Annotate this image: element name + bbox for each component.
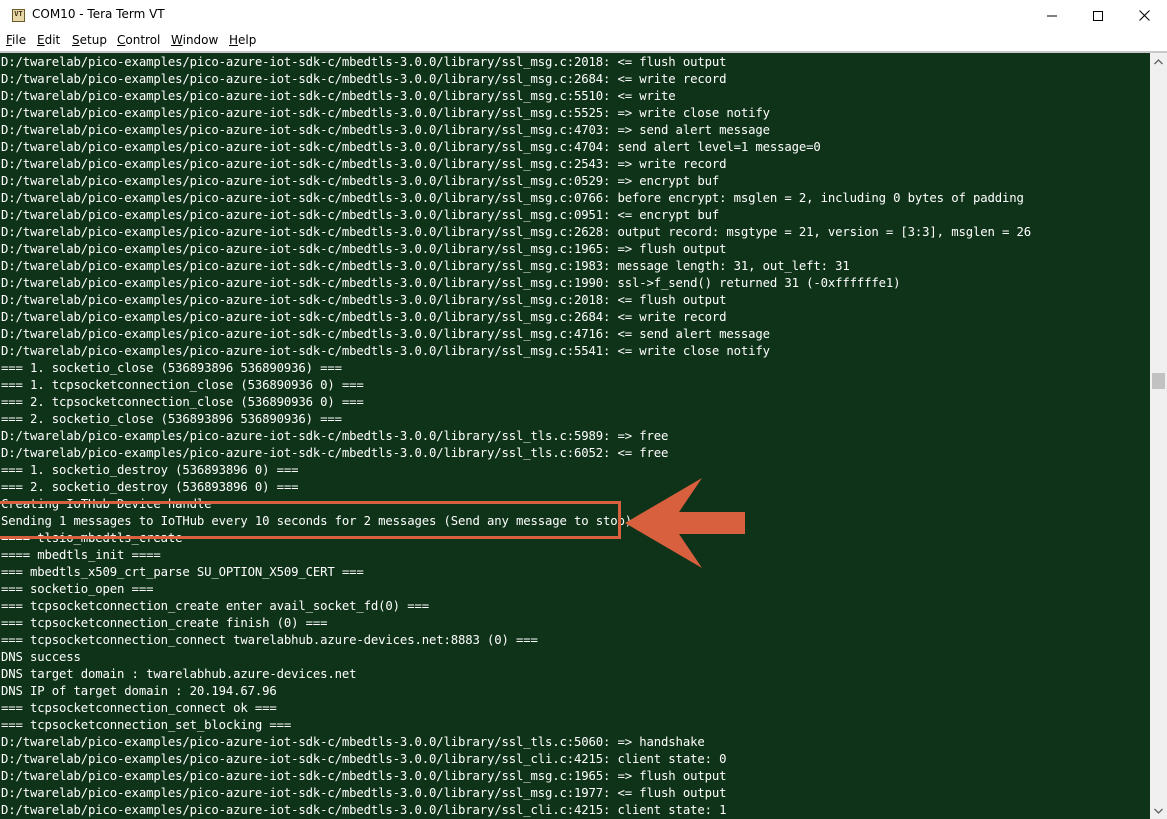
terminal-line: D:/twarelab/pico-examples/pico-azure-iot… [1,72,727,86]
terminal-line: === 2. tcpsocketconnection_close (536890… [1,395,364,409]
menu-setup[interactable]: Setup [72,33,107,47]
terminal-line: D:/twarelab/pico-examples/pico-azure-iot… [1,276,901,290]
menu-help[interactable]: Help [229,33,256,47]
minimize-button[interactable] [1029,0,1075,31]
terminal-line: D:/twarelab/pico-examples/pico-azure-iot… [1,446,669,460]
terminal-line: D:/twarelab/pico-examples/pico-azure-iot… [1,327,770,341]
menu-control-label: ontrol [125,33,161,47]
menu-control[interactable]: Control [117,33,160,47]
terminal-line: D:/twarelab/pico-examples/pico-azure-iot… [1,157,727,171]
terminal-line: === mbedtls_x509_crt_parse SU_OPTION_X50… [1,565,364,579]
terminal-line: === tcpsocketconnection_connect twarelab… [1,633,538,647]
terminal-line: === tcpsocketconnection_create enter ava… [1,599,429,613]
menu-window-accel: W [171,33,183,47]
terminal-line: === 2. socketio_close (536893896 5368909… [1,412,342,426]
terminal-line: === tcpsocketconnection_create finish (0… [1,616,328,630]
terminal-line: D:/twarelab/pico-examples/pico-azure-iot… [1,106,770,120]
terminal-line: === 1. socketio_close (536893896 5368909… [1,361,342,375]
vertical-scrollbar[interactable] [1150,53,1167,819]
scroll-up-button[interactable] [1150,53,1167,70]
terminal-line: DNS success [1,650,81,664]
terminal-line: === socketio_open === [1,582,154,596]
menu-edit[interactable]: Edit [37,33,60,47]
scrollbar-thumb[interactable] [1152,373,1165,389]
terminal-line: D:/twarelab/pico-examples/pico-azure-iot… [1,191,1024,205]
close-button[interactable] [1121,0,1167,31]
tera-term-window: VT COM10 - Tera Term VT File Edit Setup … [0,0,1167,819]
terminal-line: DNS target domain : twarelabhub.azure-de… [1,667,357,681]
terminal-line: D:/twarelab/pico-examples/pico-azure-iot… [1,208,720,222]
menu-window[interactable]: Window [171,33,218,47]
terminal-line: D:/twarelab/pico-examples/pico-azure-iot… [1,803,727,817]
menu-help-label: elp [238,33,257,47]
terminal-line: D:/twarelab/pico-examples/pico-azure-iot… [1,123,770,137]
menu-bar: File Edit Setup Control Window Help [0,31,1167,51]
terminal-output[interactable]: D:/twarelab/pico-examples/pico-azure-iot… [0,53,1150,819]
terminal-line: D:/twarelab/pico-examples/pico-azure-iot… [1,225,1031,239]
scroll-up-arrow-icon [1154,58,1163,64]
terminal-line: D:/twarelab/pico-examples/pico-azure-iot… [1,735,705,749]
menu-file-label: ile [12,33,27,47]
menu-help-accel: H [229,33,239,47]
terminal-line: D:/twarelab/pico-examples/pico-azure-iot… [1,89,676,103]
window-title: COM10 - Tera Term VT [32,7,165,21]
terminal-line: ==== mbedtls_init ==== [1,548,161,562]
terminal-line: D:/twarelab/pico-examples/pico-azure-iot… [1,344,770,358]
terminal-line: === tcpsocketconnection_connect ok === [1,701,277,715]
terminal-line: D:/twarelab/pico-examples/pico-azure-iot… [1,55,727,69]
menu-window-label: indow [182,33,219,47]
menu-edit-label: dit [44,33,61,47]
close-icon [1138,10,1150,21]
terminal-line: === tcpsocketconnection_set_blocking === [1,718,292,732]
title-bar[interactable]: VT COM10 - Tera Term VT [0,0,1167,31]
maximize-icon [1093,10,1103,21]
menu-setup-label: etup [79,33,107,47]
terminal-line: === 2. socketio_destroy (536893896 0) ==… [1,480,299,494]
terminal-line: D:/twarelab/pico-examples/pico-azure-iot… [1,174,720,188]
tera-term-app-icon[interactable]: VT [12,9,25,22]
left-arrow-icon [625,478,745,568]
terminal-line: D:/twarelab/pico-examples/pico-azure-iot… [1,786,727,800]
terminal-line: DNS IP of target domain : 20.194.67.96 [1,684,277,698]
scroll-down-button[interactable] [1150,802,1167,819]
menu-setup-accel: S [72,33,80,47]
terminal-line: D:/twarelab/pico-examples/pico-azure-iot… [1,752,727,766]
terminal-line: D:/twarelab/pico-examples/pico-azure-iot… [1,140,821,154]
minimize-icon [1047,15,1057,16]
terminal-line: D:/twarelab/pico-examples/pico-azure-iot… [1,429,669,443]
scroll-down-arrow-icon [1154,808,1163,814]
terminal-line: D:/twarelab/pico-examples/pico-azure-iot… [1,242,727,256]
menu-file[interactable]: File [6,33,26,47]
terminal-line: D:/twarelab/pico-examples/pico-azure-iot… [1,259,850,273]
highlight-box [0,501,621,539]
terminal-line: D:/twarelab/pico-examples/pico-azure-iot… [1,769,727,783]
menu-edit-accel: E [37,33,45,47]
terminal-line: D:/twarelab/pico-examples/pico-azure-iot… [1,293,727,307]
terminal-line: === 1. socketio_destroy (536893896 0) ==… [1,463,299,477]
terminal-line: D:/twarelab/pico-examples/pico-azure-iot… [1,310,727,324]
maximize-button[interactable] [1075,0,1121,31]
terminal-line: === 1. tcpsocketconnection_close (536890… [1,378,364,392]
